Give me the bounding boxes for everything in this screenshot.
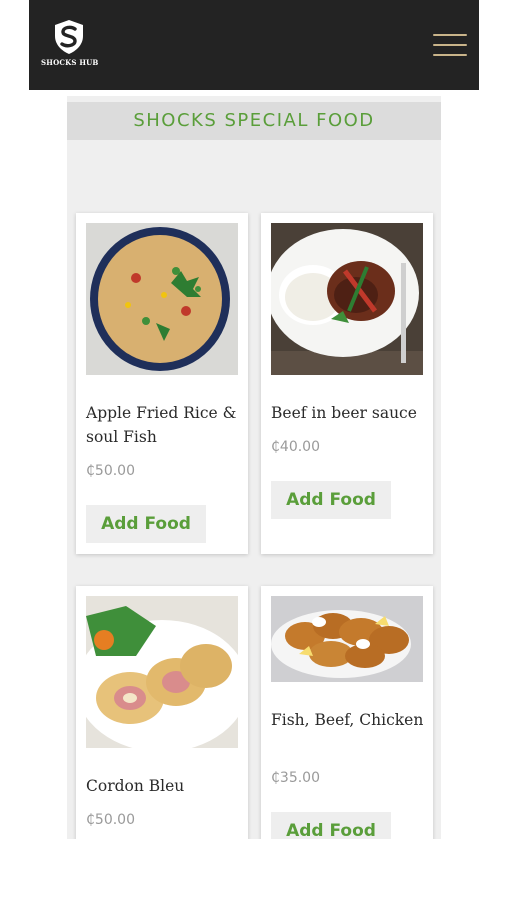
food-name: Cordon Bleu: [86, 777, 185, 795]
food-card: Apple Fried Rice & soul Fish ₵50.00 Add …: [76, 213, 248, 554]
food-price: ₵50.00: [86, 463, 135, 479]
section-title: SHOCKS SPECIAL FOOD: [67, 102, 441, 140]
add-food-button[interactable]: Add Food: [86, 505, 206, 543]
hamburger-menu-icon[interactable]: [433, 34, 467, 56]
food-card: Beef in beer sauce ₵40.00 Add Food: [261, 213, 433, 554]
food-name: Apple Fried Rice & soul Fish: [86, 404, 237, 446]
top-nav-bar: SHOCKS HUB: [29, 0, 479, 90]
beef-rice-plate-image: [271, 223, 423, 375]
logo-text: SHOCKS HUB: [41, 58, 99, 67]
food-price: ₵40.00: [271, 439, 320, 455]
food-menu-panel: SHOCKS SPECIAL FOOD Apple Fried Rice & s…: [67, 96, 441, 839]
food-card: Fish, Beef, Chicken ₵35.00 Add Food: [261, 586, 433, 839]
add-food-button[interactable]: Add Food: [271, 812, 391, 839]
food-name: Beef in beer sauce: [271, 404, 417, 422]
brand-logo[interactable]: SHOCKS HUB: [41, 18, 99, 74]
menu-bar: [433, 54, 467, 56]
cordon-bleu-image: [86, 596, 238, 748]
food-price: ₵35.00: [271, 770, 320, 786]
shield-logo-icon: [55, 20, 83, 54]
menu-bar: [433, 44, 467, 46]
page: SHOCKS HUB SHOCKS SPECIAL FOOD Apple Fri…: [0, 0, 507, 900]
food-price: ₵50.00: [86, 812, 135, 828]
add-food-button[interactable]: Add Food: [271, 481, 391, 519]
food-card: Cordon Bleu ₵50.00: [76, 586, 248, 839]
fried-rice-bowl-image: [86, 223, 238, 375]
food-name: Fish, Beef, Chicken: [271, 711, 424, 729]
fried-fish-platter-image: [271, 596, 423, 682]
menu-bar: [433, 34, 467, 36]
